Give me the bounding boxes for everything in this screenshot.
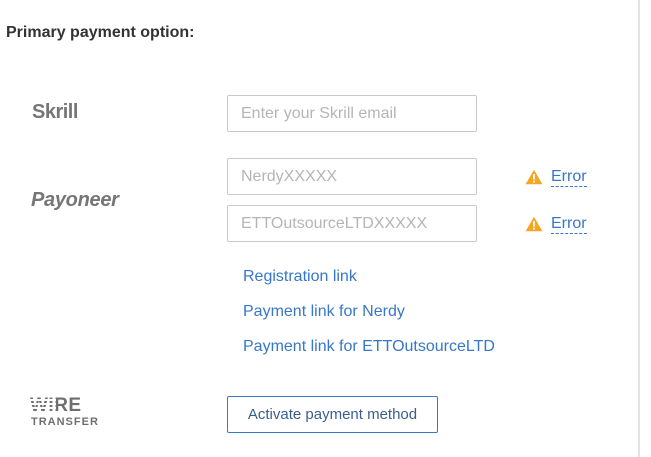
skrill-email-input[interactable] bbox=[227, 95, 477, 132]
ett-error-indicator[interactable]: Error bbox=[525, 213, 587, 235]
payoneer-logo: Payoneer bbox=[31, 189, 119, 211]
wire-transfer-logo: WIRE TRANSFER bbox=[30, 396, 120, 431]
warning-triangle-icon bbox=[525, 216, 543, 232]
activate-payment-method-button[interactable]: Activate payment method bbox=[227, 396, 438, 433]
payoneer-ett-id-input[interactable] bbox=[227, 205, 477, 242]
registration-link[interactable]: Registration link bbox=[243, 266, 495, 301]
section-title: Primary payment option: bbox=[6, 24, 195, 41]
panel-right-border bbox=[638, 0, 640, 457]
ett-error-link[interactable]: Error bbox=[551, 215, 587, 234]
wire-logo-stripes bbox=[30, 399, 56, 413]
skrill-logo: Skrill bbox=[32, 101, 78, 123]
payment-link-nerdy[interactable]: Payment link for Nerdy bbox=[243, 301, 495, 336]
payoneer-links: Registration link Payment link for Nerdy… bbox=[243, 266, 495, 371]
payment-link-ett[interactable]: Payment link for ETTOutsourceLTD bbox=[243, 336, 495, 371]
nerdy-error-link[interactable]: Error bbox=[551, 168, 587, 187]
wire-logo-bottom-text: TRANSFER bbox=[31, 416, 99, 428]
nerdy-error-indicator[interactable]: Error bbox=[525, 166, 587, 188]
payoneer-nerdy-id-input[interactable] bbox=[227, 158, 477, 195]
warning-triangle-icon bbox=[525, 169, 543, 185]
